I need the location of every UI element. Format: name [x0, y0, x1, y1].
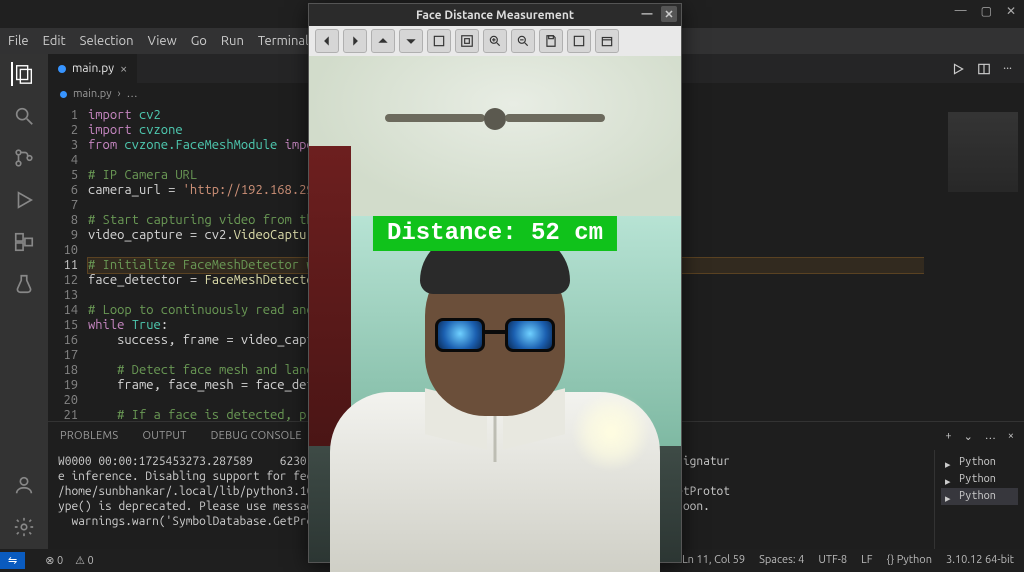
properties-icon[interactable] [595, 29, 619, 53]
os-minimize-icon[interactable]: — [955, 4, 967, 18]
account-icon[interactable] [12, 473, 36, 497]
tab-filename: main.py [72, 62, 114, 75]
terminal-list: ▸Python▸Python▸Python [934, 450, 1024, 549]
run-file-icon[interactable] [951, 62, 965, 76]
minimap[interactable] [924, 104, 1024, 421]
menu-view[interactable]: View [148, 34, 177, 48]
menu-selection[interactable]: Selection [80, 34, 134, 48]
fit-icon[interactable] [455, 29, 479, 53]
terminal-list-item[interactable]: ▸Python [941, 471, 1018, 488]
back-icon[interactable] [315, 29, 339, 53]
panel-tab-output[interactable]: OUTPUT [130, 430, 198, 442]
remote-indicator[interactable]: ⇋ [0, 552, 25, 569]
python-file-icon [58, 65, 66, 73]
activity-bar [0, 54, 48, 549]
settings-icon[interactable] [12, 515, 36, 539]
panel-close-icon[interactable]: × [1008, 430, 1014, 443]
grid-icon[interactable] [567, 29, 591, 53]
menu-run[interactable]: Run [221, 34, 244, 48]
more-icon[interactable]: ··· [1003, 62, 1012, 75]
explorer-icon[interactable] [11, 62, 35, 86]
home-icon[interactable] [427, 29, 451, 53]
testing-icon[interactable] [12, 272, 36, 296]
new-terminal-icon[interactable]: + [945, 430, 951, 443]
status-language[interactable]: {} Python [887, 554, 933, 566]
down-icon[interactable] [399, 29, 423, 53]
status-cursor-pos[interactable]: Ln 11, Col 59 [682, 554, 745, 566]
extensions-icon[interactable] [12, 230, 36, 254]
status-errors[interactable]: ⊗ 0 [45, 554, 63, 567]
opencv-titlebar[interactable]: Face Distance Measurement — ✕ [309, 4, 681, 26]
tab-main-py[interactable]: main.py × [48, 54, 138, 83]
status-encoding[interactable]: UTF-8 [818, 554, 847, 566]
up-icon[interactable] [371, 29, 395, 53]
python-file-icon [60, 91, 67, 98]
terminal-list-item[interactable]: ▸Python [941, 454, 1018, 471]
distance-overlay: Distance: 52 cm [373, 216, 617, 251]
run-debug-icon[interactable] [12, 188, 36, 212]
source-control-icon[interactable] [12, 146, 36, 170]
panel-tab-problems[interactable]: PROBLEMS [48, 430, 130, 442]
save-icon[interactable] [539, 29, 563, 53]
cv-close-icon[interactable]: ✕ [661, 6, 677, 22]
search-icon[interactable] [12, 104, 36, 128]
os-close-icon[interactable]: ✕ [1006, 4, 1016, 18]
opencv-toolbar [309, 26, 681, 56]
terminal-dropdown-icon[interactable]: ⌄ [964, 430, 973, 443]
menu-terminal[interactable]: Terminal [258, 34, 309, 48]
menu-go[interactable]: Go [191, 34, 207, 48]
panel-tab-debug-console[interactable]: DEBUG CONSOLE [199, 430, 314, 442]
status-indent[interactable]: Spaces: 4 [759, 554, 804, 566]
forward-icon[interactable] [343, 29, 367, 53]
zoom-in-icon[interactable] [483, 29, 507, 53]
status-python-version[interactable]: 3.10.12 64-bit [946, 554, 1014, 566]
cv-minimize-icon[interactable]: — [639, 6, 655, 22]
opencv-video-frame: Distance: 52 cm [309, 56, 681, 562]
panel-more-icon[interactable]: … [985, 430, 996, 443]
tab-close-icon[interactable]: × [120, 62, 127, 76]
menu-edit[interactable]: Edit [43, 34, 66, 48]
opencv-window[interactable]: Face Distance Measurement — ✕ Distance: … [308, 3, 682, 563]
split-editor-icon[interactable] [977, 62, 991, 76]
terminal-list-item[interactable]: ▸Python [941, 488, 1018, 505]
status-eol[interactable]: LF [861, 554, 872, 566]
opencv-title: Face Distance Measurement [416, 9, 574, 22]
zoom-out-icon[interactable] [511, 29, 535, 53]
menu-file[interactable]: File [8, 34, 29, 48]
os-maximize-icon[interactable]: ▢ [981, 4, 992, 18]
status-warnings[interactable]: ⚠ 0 [75, 554, 94, 567]
